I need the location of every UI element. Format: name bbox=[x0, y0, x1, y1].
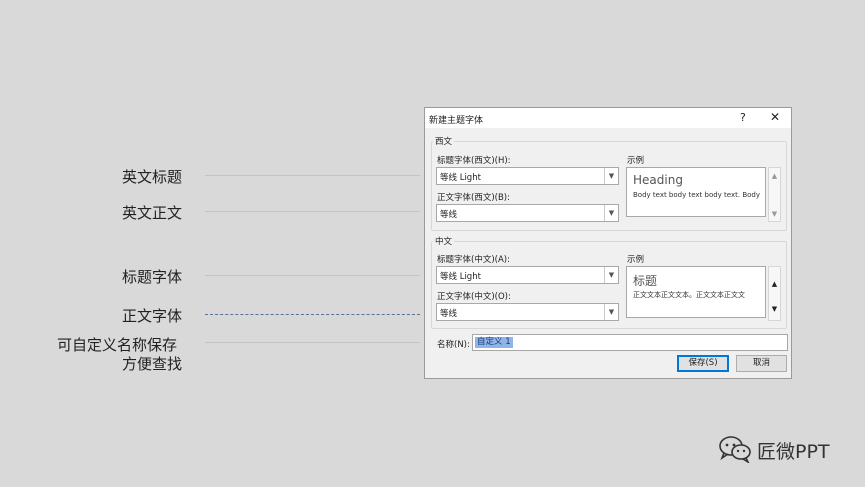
brand-logo-text: 匠微PPT bbox=[757, 441, 830, 463]
name-input[interactable]: 自定义 1 bbox=[472, 334, 788, 351]
western-body-label: 正文字体(西文)(B): bbox=[437, 193, 510, 203]
annotation-line-english-heading bbox=[205, 175, 420, 176]
eastasian-sample-heading: 标题 bbox=[633, 274, 658, 288]
wechat-icon bbox=[718, 435, 752, 465]
chevron-down-icon[interactable]: ▼ bbox=[604, 304, 618, 320]
chevron-up-icon[interactable]: ▲ bbox=[769, 169, 780, 183]
chevron-down-icon[interactable]: ▼ bbox=[604, 205, 618, 221]
chevron-up-icon[interactable]: ▲ bbox=[769, 277, 780, 291]
cancel-button[interactable]: 取消 bbox=[736, 355, 787, 372]
annotation-line-english-body bbox=[205, 211, 420, 212]
dialog-titlebar: 新建主题字体 ? ✕ bbox=[425, 108, 791, 128]
annotation-heading-font: 标题字体 bbox=[122, 268, 183, 286]
eastasian-sample-body: 正文文本正文文本。正文文本正文文 bbox=[633, 291, 745, 299]
western-sample-preview: Heading Body text body text body text. B… bbox=[626, 167, 766, 217]
close-icon[interactable]: ✕ bbox=[770, 110, 780, 124]
save-button[interactable]: 保存(S) bbox=[677, 355, 729, 372]
name-input-value: 自定义 1 bbox=[475, 337, 513, 348]
eastasian-heading-value: 等线 Light bbox=[440, 272, 481, 282]
western-heading-select[interactable]: 等线 Light ▼ bbox=[436, 167, 619, 185]
dialog-title: 新建主题字体 bbox=[429, 116, 484, 126]
western-sample-scrollbar[interactable]: ▲ ▼ bbox=[768, 167, 781, 222]
annotation-line-heading-font bbox=[205, 275, 420, 276]
new-theme-fonts-dialog: 新建主题字体 ? ✕ 西文 标题字体(西文)(H): 等线 Light ▼ 正文… bbox=[424, 107, 792, 379]
western-sample-label: 示例 bbox=[627, 156, 645, 166]
chevron-down-icon[interactable]: ▼ bbox=[769, 207, 780, 221]
chevron-down-icon[interactable]: ▼ bbox=[604, 267, 618, 283]
annotation-body-font: 正文字体 bbox=[122, 307, 183, 325]
annotation-line-body-font bbox=[205, 314, 420, 315]
eastasian-sample-scrollbar[interactable]: ▲ ▼ bbox=[768, 266, 781, 321]
annotation-english-heading: 英文标题 bbox=[122, 168, 183, 186]
annotation-name-line2: 方便查找 bbox=[122, 355, 183, 373]
eastasian-body-label: 正文字体(中文)(O): bbox=[437, 292, 511, 302]
eastasian-sample-label: 示例 bbox=[627, 255, 645, 265]
western-body-value: 等线 bbox=[440, 210, 458, 220]
western-heading-value: 等线 Light bbox=[440, 173, 481, 183]
western-group-label: 西文 bbox=[433, 135, 455, 147]
help-button[interactable]: ? bbox=[740, 111, 746, 124]
western-sample-heading: Heading bbox=[633, 173, 683, 187]
name-label: 名称(N): bbox=[437, 340, 470, 350]
chevron-down-icon[interactable]: ▼ bbox=[769, 302, 780, 316]
eastasian-body-value: 等线 bbox=[440, 309, 458, 319]
eastasian-group-label: 中文 bbox=[433, 235, 455, 247]
eastasian-sample-preview: 标题 正文文本正文文本。正文文本正文文 bbox=[626, 266, 766, 318]
eastasian-heading-label: 标题字体(中文)(A): bbox=[437, 255, 510, 265]
annotation-line-name bbox=[205, 342, 420, 343]
eastasian-heading-select[interactable]: 等线 Light ▼ bbox=[436, 266, 619, 284]
western-heading-label: 标题字体(西文)(H): bbox=[437, 156, 511, 166]
annotation-name-line1: 可自定义名称保存 bbox=[57, 336, 178, 354]
eastasian-body-select[interactable]: 等线 ▼ bbox=[436, 303, 619, 321]
western-body-select[interactable]: 等线 ▼ bbox=[436, 204, 619, 222]
chevron-down-icon[interactable]: ▼ bbox=[604, 168, 618, 184]
western-sample-body: Body text body text body text. Body bbox=[633, 191, 760, 199]
annotation-english-body: 英文正文 bbox=[122, 204, 183, 222]
